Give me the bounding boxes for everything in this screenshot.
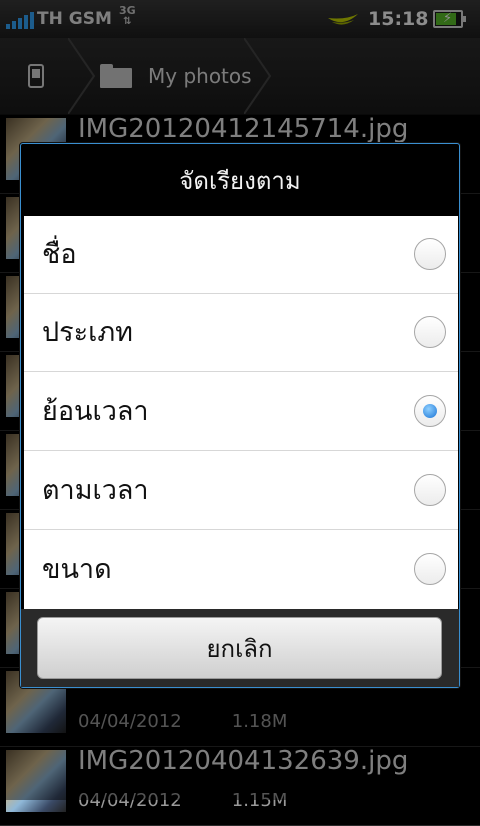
radio-button[interactable] <box>414 395 446 427</box>
option-label: ประเภท <box>42 317 133 348</box>
option-label: ชื่อ <box>42 239 77 270</box>
option-label: ขนาด <box>42 554 112 585</box>
cancel-button[interactable]: ยกเลิก <box>37 617 442 679</box>
sort-options: ชื่อ ประเภท ย้อนเวลา ตามเวลา ขนาด <box>24 216 458 609</box>
sort-option-newest[interactable]: ย้อนเวลา <box>24 373 458 451</box>
radio-button[interactable] <box>414 553 446 585</box>
sort-option-name[interactable]: ชื่อ <box>24 216 458 294</box>
sort-option-type[interactable]: ประเภท <box>24 294 458 372</box>
dialog-title: จัดเรียงตาม <box>179 166 301 195</box>
option-label: ย้อนเวลา <box>42 396 149 427</box>
radio-button[interactable] <box>414 316 446 348</box>
sort-option-oldest[interactable]: ตามเวลา <box>24 452 458 530</box>
radio-button[interactable] <box>414 238 446 270</box>
sort-option-size[interactable]: ขนาด <box>24 531 458 609</box>
radio-button[interactable] <box>414 474 446 506</box>
sort-dialog: จัดเรียงตาม ชื่อ ประเภท ย้อนเวลา ตามเวลา… <box>20 143 460 688</box>
option-label: ตามเวลา <box>42 475 149 506</box>
dialog-footer: ยกเลิก <box>21 609 459 687</box>
